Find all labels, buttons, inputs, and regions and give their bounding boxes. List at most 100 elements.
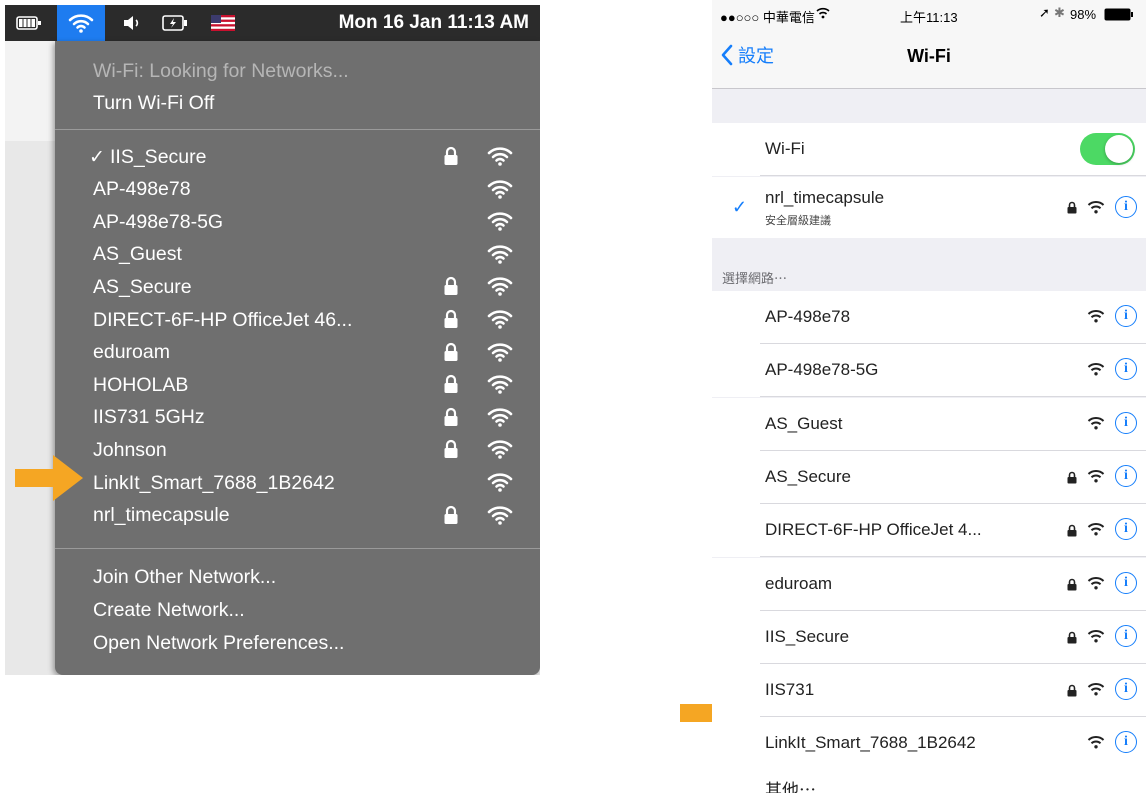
mac-network-item[interactable]: AP-498e78-5G bbox=[55, 206, 540, 238]
ios-network-cell[interactable]: IIS_Secure i bbox=[712, 610, 1146, 664]
lock-icon bbox=[1067, 631, 1077, 649]
wifi-signal-icon bbox=[1087, 201, 1105, 214]
page-title: Wi-Fi bbox=[907, 46, 951, 66]
wifi-signal-icon bbox=[487, 341, 513, 369]
ios-network-cell[interactable]: LinkIt_Smart_7688_1B2642 i bbox=[712, 717, 1146, 771]
ios-network-cell[interactable]: AS_Secure i bbox=[712, 450, 1146, 504]
turn-wifi-off-item[interactable]: Turn Wi-Fi Off bbox=[55, 87, 540, 119]
network-name: HOHOLAB bbox=[93, 373, 189, 396]
create-network-label: Create Network... bbox=[93, 598, 245, 621]
info-button[interactable]: i bbox=[1115, 411, 1137, 434]
mac-network-item[interactable]: nrl_timecapsule bbox=[55, 500, 540, 532]
network-name: IIS731 bbox=[765, 680, 815, 700]
status-battery-icon bbox=[1104, 8, 1133, 21]
wifi-status-label: Wi-Fi: Looking for Networks... bbox=[93, 59, 349, 82]
info-button[interactable]: i bbox=[1115, 678, 1137, 701]
wifi-signal-icon bbox=[487, 145, 513, 173]
join-other-network-label: Join Other Network... bbox=[93, 565, 277, 588]
network-name: LinkIt_Smart_7688_1B2642 bbox=[765, 733, 976, 753]
network-name: IIS731 5GHz bbox=[93, 406, 205, 429]
network-name: IIS_Secure bbox=[110, 145, 207, 168]
open-network-preferences-label: Open Network Preferences... bbox=[93, 631, 345, 654]
ios-network-cell[interactable]: AS_Guest i bbox=[712, 397, 1146, 451]
create-network-item[interactable]: Create Network... bbox=[55, 594, 540, 626]
network-name: nrl_timecapsule bbox=[93, 504, 230, 527]
lock-icon bbox=[1067, 578, 1077, 596]
wifi-toggle-switch[interactable] bbox=[1080, 133, 1135, 165]
other-network-label: 其他⋯ bbox=[765, 781, 816, 793]
volume-icon[interactable] bbox=[117, 5, 147, 41]
info-button[interactable]: i bbox=[1115, 196, 1137, 218]
ios-network-cell[interactable]: DIRECT-6F-HP OfficeJet 4... i bbox=[712, 504, 1146, 558]
info-button[interactable]: i bbox=[1115, 518, 1137, 541]
open-network-preferences-item[interactable]: Open Network Preferences... bbox=[55, 627, 540, 659]
info-button[interactable]: i bbox=[1115, 571, 1137, 594]
ios-network-cell[interactable]: AP-498e78-5G i bbox=[712, 344, 1146, 398]
other-network-cell[interactable]: 其他⋯ bbox=[712, 768, 1146, 793]
ios-network-cell[interactable]: eduroam i bbox=[712, 557, 1146, 611]
mac-network-item[interactable]: HOHOLAB bbox=[55, 369, 540, 401]
mac-network-item[interactable]: Johnson bbox=[55, 434, 540, 466]
lock-icon bbox=[1067, 201, 1077, 214]
mac-network-item[interactable]: eduroam bbox=[55, 337, 540, 369]
status-wifi-icon bbox=[816, 7, 830, 19]
cell-divider bbox=[760, 175, 1146, 176]
wifi-signal-icon bbox=[1087, 576, 1105, 595]
lock-icon bbox=[443, 374, 459, 400]
checkmark-icon: ✓ bbox=[89, 146, 105, 168]
wifi-signal-icon bbox=[487, 210, 513, 238]
wifi-signal-icon bbox=[487, 406, 513, 434]
wifi-toggle-label: Wi-Fi bbox=[765, 139, 805, 158]
network-name: eduroam bbox=[765, 573, 833, 593]
info-button[interactable]: i bbox=[1115, 358, 1137, 381]
wifi-signal-icon bbox=[487, 438, 513, 466]
us-flag-icon[interactable] bbox=[203, 5, 243, 41]
connected-network-cell[interactable]: ✓ nrl_timecapsule 安全層級建議 i bbox=[712, 177, 1146, 238]
info-button[interactable]: i bbox=[1115, 624, 1137, 647]
lock-icon bbox=[1067, 524, 1077, 542]
ios-nav-bar: 設定 Wi-Fi bbox=[712, 30, 1146, 89]
ios-network-cell[interactable]: AP-498e78 i bbox=[712, 291, 1146, 344]
network-name: DIRECT-6F-HP OfficeJet 4... bbox=[765, 520, 982, 540]
mac-network-item[interactable]: LinkIt_Smart_7688_1B2642 bbox=[55, 467, 540, 499]
network-name: eduroam bbox=[93, 341, 170, 364]
info-button[interactable]: i bbox=[1115, 731, 1137, 754]
info-button[interactable]: i bbox=[1115, 305, 1137, 327]
wifi-signal-icon bbox=[1087, 629, 1105, 648]
menubar-clock[interactable]: Mon 16 Jan 11:13 AM bbox=[255, 5, 535, 41]
power-adapter-icon[interactable] bbox=[155, 5, 195, 41]
security-recommendation: 安全層級建議 bbox=[765, 215, 831, 227]
join-other-network-item[interactable]: Join Other Network... bbox=[55, 561, 540, 593]
mac-network-item[interactable]: DIRECT-6F-HP OfficeJet 46... bbox=[55, 304, 540, 336]
battery-icon[interactable] bbox=[11, 5, 47, 41]
mac-network-item[interactable]: AS_Guest bbox=[55, 239, 540, 271]
wifi-status-item: Wi-Fi: Looking for Networks... bbox=[55, 55, 540, 87]
mac-network-item[interactable]: AP-498e78 bbox=[55, 174, 540, 206]
mac-network-item[interactable]: AS_Secure bbox=[55, 271, 540, 303]
mac-network-item[interactable]: IIS731 5GHz bbox=[55, 402, 540, 434]
ios-network-cell[interactable]: IIS731 i bbox=[712, 664, 1146, 718]
network-name: Johnson bbox=[93, 438, 167, 461]
ios-status-bar: ●●○○○ 中華電信 上午11:13 ➚ ✱ 98% bbox=[712, 0, 1146, 30]
wifi-signal-icon bbox=[487, 275, 513, 303]
mac-menubar: Mon 16 Jan 11:13 AM bbox=[5, 5, 540, 41]
status-time: 上午11:13 bbox=[900, 10, 958, 25]
network-name: AS_Secure bbox=[93, 275, 192, 298]
network-name: AS_Secure bbox=[765, 466, 851, 486]
carrier-label: ●●○○○ 中華電信 bbox=[720, 10, 815, 25]
mac-network-item[interactable]: ✓ IIS_Secure bbox=[55, 141, 540, 173]
lock-icon bbox=[1067, 471, 1077, 489]
mac-screenshot: Mon 16 Jan 11:13 AM Wi-Fi: Looking for N… bbox=[5, 5, 540, 675]
menu-separator bbox=[55, 129, 540, 130]
info-button[interactable]: i bbox=[1115, 464, 1137, 487]
network-name: AS_Guest bbox=[765, 413, 843, 433]
connected-network-name: nrl_timecapsule bbox=[765, 188, 885, 207]
network-name: AP-498e78-5G bbox=[93, 210, 224, 233]
checkmark-icon: ✓ bbox=[732, 197, 748, 217]
wifi-signal-icon bbox=[1087, 309, 1105, 328]
lock-icon bbox=[443, 342, 459, 368]
location-icon: ➚ bbox=[1039, 5, 1050, 20]
wifi-menubar-icon[interactable] bbox=[57, 5, 105, 41]
network-name: LinkIt_Smart_7688_1B2642 bbox=[93, 471, 335, 494]
lock-icon bbox=[443, 276, 459, 302]
